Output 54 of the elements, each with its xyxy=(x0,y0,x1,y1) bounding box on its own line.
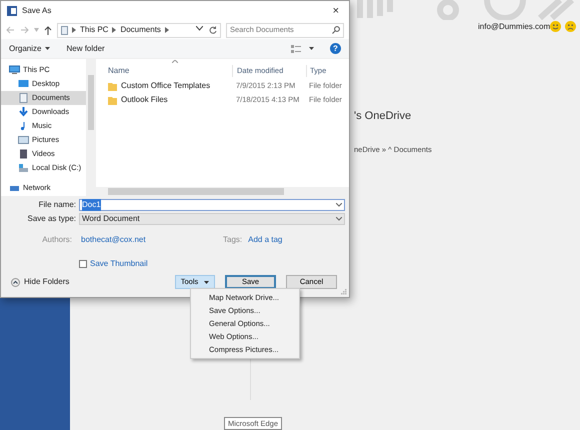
document-icon xyxy=(18,93,29,103)
desktop-icon xyxy=(18,79,29,89)
dialog-title: Save As xyxy=(22,5,52,17)
organize-menu[interactable]: Organize xyxy=(9,42,50,54)
chevron-right-icon xyxy=(112,27,116,33)
authors-value[interactable]: bothecat@cox.net xyxy=(81,234,217,246)
app-icon xyxy=(7,6,17,16)
smile-icon[interactable] xyxy=(550,21,561,32)
onedrive-title: 's OneDrive xyxy=(354,109,412,124)
network-icon xyxy=(9,183,20,193)
file-row[interactable]: Outlook Files xyxy=(96,94,232,106)
field-label: File name: xyxy=(38,198,77,210)
drive-icon xyxy=(18,163,29,173)
resize-grip-icon xyxy=(341,289,347,295)
close-button[interactable]: × xyxy=(328,2,343,20)
field-label: Tags: xyxy=(223,234,242,246)
sort-caret-icon xyxy=(172,60,178,63)
address-bar[interactable]: This PC Documents xyxy=(57,22,221,38)
frown-icon[interactable] xyxy=(565,21,576,32)
search-icon xyxy=(332,26,340,34)
picture-icon xyxy=(18,135,29,145)
download-arrow-icon xyxy=(18,107,29,117)
chevron-down-icon[interactable] xyxy=(196,26,203,31)
checkbox-label: Save Thumbnail xyxy=(90,258,148,270)
field-label: Authors: xyxy=(41,234,73,246)
tags-link[interactable]: Add a tag xyxy=(248,234,282,246)
file-type-dropdown[interactable]: Word Document xyxy=(79,212,345,224)
view-options-icon[interactable] xyxy=(291,44,301,52)
column-header[interactable]: Name xyxy=(96,65,232,77)
computer-icon xyxy=(9,65,20,75)
horizontal-scrollbar[interactable] xyxy=(96,187,349,196)
new-folder-button[interactable]: New folder xyxy=(66,42,105,54)
chevron-down-icon xyxy=(336,202,342,206)
file-row[interactable]: Custom Office Templates xyxy=(96,80,232,92)
refresh-icon[interactable] xyxy=(209,26,217,34)
caret-icon[interactable] xyxy=(309,47,314,50)
chevron-up-circle-icon xyxy=(11,278,20,286)
pc-icon xyxy=(61,26,68,34)
checkbox[interactable] xyxy=(79,260,87,268)
hide-folders-button[interactable]: Hide Folders xyxy=(5,276,70,288)
up-arrow-icon[interactable] xyxy=(44,26,52,34)
vertical-scrollbar[interactable] xyxy=(86,59,96,196)
breadcrumb-item[interactable]: This PC xyxy=(80,24,108,36)
file-name-field[interactable]: Doc1 xyxy=(79,198,345,210)
chevron-down-icon xyxy=(336,216,342,220)
video-icon xyxy=(18,149,29,159)
account-email: info@Dummies.com xyxy=(478,21,550,33)
chevron-right-icon xyxy=(164,27,169,33)
help-button[interactable]: ? xyxy=(330,43,341,54)
field-label: Save as type: xyxy=(26,212,77,224)
caret-icon xyxy=(204,280,210,284)
chevron-right-icon xyxy=(72,27,76,33)
caret-icon xyxy=(45,47,50,50)
breadcrumb-item[interactable]: Documents xyxy=(120,24,161,36)
